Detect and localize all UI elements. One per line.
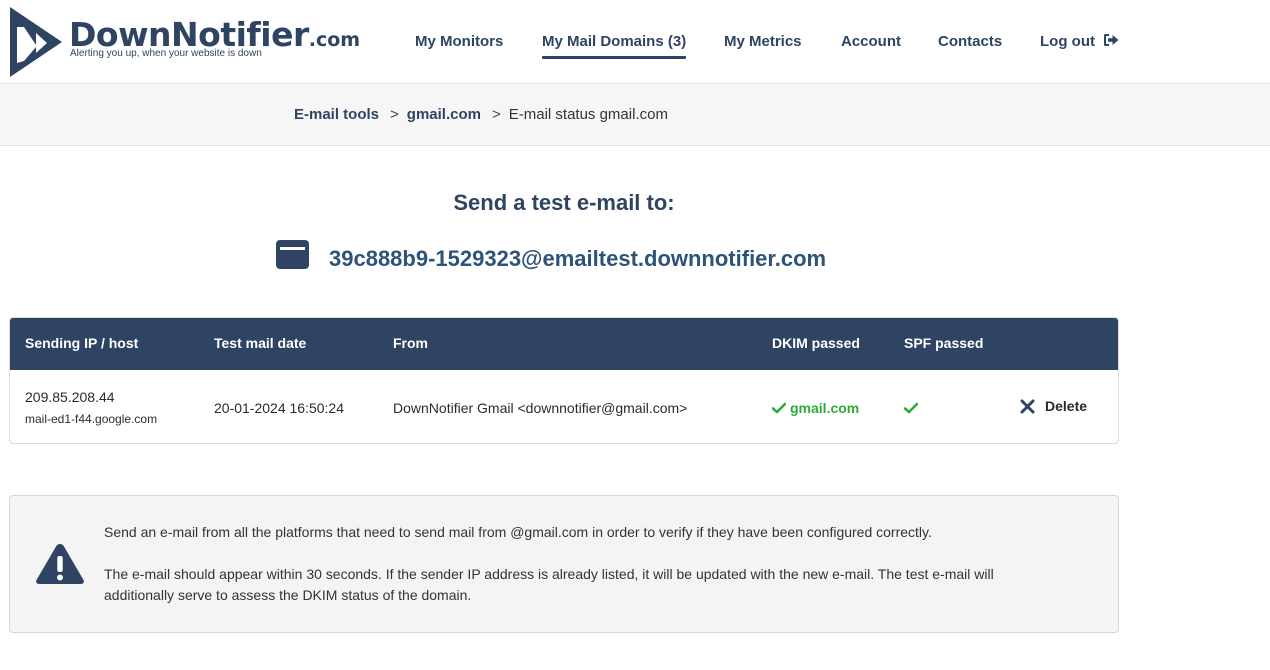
header-sending-ip: Sending IP / host: [25, 335, 139, 351]
check-icon: [904, 402, 918, 414]
header-dkim-passed: DKIM passed: [772, 335, 860, 351]
breadcrumb-bar: E-mail tools > gmail.com > E-mail status gma…: [0, 84, 1270, 146]
mail-icon: [276, 240, 309, 269]
site-header: DownNotifier.com Alerting you up, when y…: [0, 0, 1270, 84]
breadcrumb: E-mail tools > gmail.com > E-mail status gma…: [294, 106, 668, 124]
nav-contacts[interactable]: Contacts: [938, 33, 1002, 51]
row-sending-host: mail-ed1-f44.google.com: [25, 412, 158, 426]
row-dkim-domain: gmail.com: [790, 400, 860, 416]
breadcrumb-email-tools[interactable]: E-mail tools: [294, 106, 379, 123]
test-email-address[interactable]: 39c888b9-1529323@emailtest.downnotifier.…: [329, 245, 826, 273]
info-box: Send an e-mail from all the platforms th…: [9, 495, 1119, 633]
delete-label: Delete: [1045, 398, 1088, 414]
nav-account[interactable]: Account: [841, 33, 901, 51]
breadcrumb-separator: >: [491, 106, 501, 123]
info-text-timing: The e-mail should appear within 30 secon…: [104, 566, 994, 603]
delete-button[interactable]: Delete: [1020, 398, 1087, 415]
header-spf-passed: SPF passed: [904, 335, 984, 351]
log-out-icon: [1103, 34, 1119, 46]
brand-tld: .com: [308, 29, 361, 51]
nav-my-metrics[interactable]: My Metrics: [724, 33, 802, 51]
row-test-mail-date: 20-01-2024 16:50:24: [214, 400, 344, 416]
breadcrumb-separator: >: [390, 106, 399, 123]
close-icon: [1020, 399, 1035, 414]
downnotifier-logo[interactable]: DownNotifier.com Alerting you up, when y…: [8, 7, 360, 77]
nav-log-out[interactable]: Log out: [1040, 33, 1119, 51]
nav-my-mail-domains[interactable]: My Mail Domains (3): [542, 33, 687, 59]
test-mail-table: Sending IP / host Test mail date From DK…: [9, 317, 1119, 444]
info-text-verify: Send an e-mail from all the platforms th…: [104, 524, 932, 540]
logo-mark-icon: [10, 7, 62, 77]
logo-tagline: Alerting you up, when your website is do…: [70, 48, 262, 59]
row-dkim-status: gmail.com: [772, 400, 859, 417]
header-test-mail-date: Test mail date: [214, 335, 307, 351]
breadcrumb-gmail-com[interactable]: gmail.com: [407, 106, 481, 123]
check-icon: [772, 402, 786, 414]
warning-icon: [36, 544, 84, 584]
row-sending-ip: 209.85.208.44: [25, 389, 115, 405]
row-spf-status: [904, 400, 922, 417]
breadcrumb-current: E-mail status gmail.com: [508, 106, 668, 123]
header-from: From: [393, 335, 428, 351]
nav-log-out-label: Log out: [1040, 33, 1095, 50]
row-from: DownNotifier Gmail <downnotifier@gmail.c…: [393, 400, 688, 416]
nav-my-monitors[interactable]: My Monitors: [415, 33, 503, 51]
table-row: 209.85.208.44 mail-ed1-f44.google.com 20…: [10, 370, 1118, 443]
send-test-email-title: Send a test e-mail to:: [453, 190, 675, 215]
table-header: Sending IP / host Test mail date From DK…: [10, 318, 1118, 370]
